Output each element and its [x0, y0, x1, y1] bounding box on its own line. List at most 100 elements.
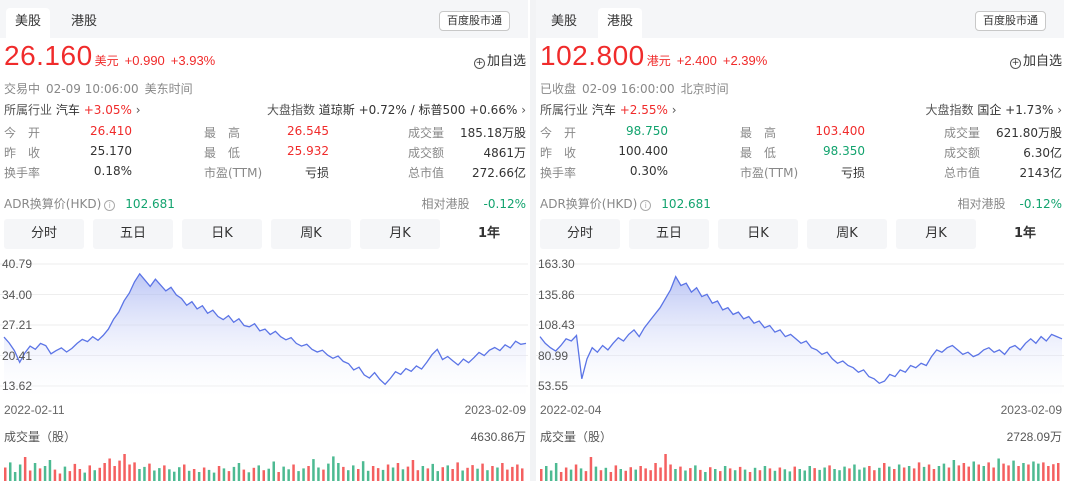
- stat-label: 今 开: [540, 126, 577, 140]
- volume-bar: [619, 469, 622, 481]
- period-tab[interactable]: 分时: [540, 219, 620, 249]
- source-badge[interactable]: 百度股市通: [975, 11, 1046, 31]
- add-watchlist-button[interactable]: + 加自选: [473, 50, 526, 69]
- market-index-value: 道琼斯 +0.72% / 标普500 +0.66%: [318, 103, 518, 117]
- price-line-chart[interactable]: [0, 258, 528, 398]
- tab-us-stock[interactable]: 美股: [6, 8, 50, 38]
- period-tab[interactable]: 1年: [449, 219, 528, 249]
- volume-bar: [569, 469, 573, 481]
- volume-bar: [446, 465, 449, 481]
- volume-bar: [386, 464, 390, 481]
- volume-bar: [108, 458, 111, 481]
- plus-circle-icon: +: [473, 58, 485, 69]
- volume-bar: [689, 468, 692, 481]
- volume-bar: [574, 464, 578, 481]
- volume-bar: [818, 469, 821, 481]
- volume-bar: [743, 469, 747, 481]
- volume-bar: [1002, 463, 1005, 481]
- volume-bar: [684, 470, 687, 481]
- industry-label: 所属行业: [4, 103, 53, 117]
- volume-bar: [1047, 466, 1050, 481]
- y-tick-label: 108.43: [538, 318, 575, 332]
- x-axis-start-date: 2022-02-04: [540, 403, 602, 417]
- stat-value: 25.170: [90, 144, 132, 158]
- volume-bar: [347, 470, 350, 481]
- volume-bar: [103, 463, 106, 481]
- volume-bar: [421, 466, 425, 481]
- volume-bar: [302, 468, 305, 481]
- volume-bar: [222, 468, 226, 481]
- volume-bar: [714, 469, 717, 481]
- stat-value: 621.80万股: [996, 126, 1062, 140]
- period-tab[interactable]: 五日: [93, 219, 173, 249]
- period-tab[interactable]: 分时: [4, 219, 84, 249]
- volume-bar: [873, 470, 876, 481]
- industry-name: 汽车: [591, 103, 616, 117]
- industry-link[interactable]: 所属行业 汽车 +2.55% ›: [540, 101, 677, 118]
- info-icon[interactable]: i: [104, 200, 116, 211]
- period-tab[interactable]: 日K: [718, 219, 798, 249]
- stat-value: 26.545: [287, 124, 329, 138]
- volume-bar: [932, 469, 936, 481]
- volume-bar: [297, 471, 300, 481]
- volume-bar: [649, 470, 652, 481]
- trade-status: 交易中 02-09 10:06:00 美东时间: [4, 80, 199, 97]
- volume-bar: [361, 461, 365, 481]
- price-change-pct: +2.39%: [722, 53, 768, 68]
- info-icon[interactable]: i: [640, 200, 652, 211]
- add-watchlist-button[interactable]: + 加自选: [1009, 50, 1062, 69]
- volume-bar: [957, 465, 961, 481]
- period-tab[interactable]: 五日: [629, 219, 709, 249]
- source-badge[interactable]: 百度股市通: [439, 11, 510, 31]
- market-tabbar: 美股 港股 百度股市通: [536, 0, 1064, 38]
- volume-bar: [411, 460, 415, 481]
- volume-bar: [63, 466, 67, 481]
- volume-bar: [123, 454, 126, 481]
- trade-time: 02-09 10:06:00: [46, 82, 139, 96]
- market-index-link[interactable]: 大盘指数 国企 +1.73% ›: [926, 101, 1062, 118]
- volume-bar: [907, 466, 911, 481]
- volume-bar: [332, 456, 335, 481]
- volume-bar: [28, 470, 32, 481]
- period-tab[interactable]: 周K: [807, 219, 887, 249]
- stat-label: 成交额: [408, 146, 445, 160]
- volume-bar: [927, 464, 931, 481]
- price-change-pct: +3.93%: [170, 53, 216, 68]
- industry-name: 汽车: [55, 103, 80, 117]
- adr-value: 102.681: [661, 197, 711, 211]
- volume-bar: [307, 466, 310, 481]
- tab-us-stock[interactable]: 美股: [542, 8, 586, 38]
- period-tab[interactable]: 月K: [360, 219, 440, 249]
- stat-label: 成交量: [408, 126, 445, 140]
- volume-bar: [242, 469, 246, 481]
- stat-value: 100.400: [618, 144, 668, 158]
- volume-bar: [803, 470, 806, 481]
- volume-bar: [788, 471, 792, 481]
- period-tab[interactable]: 周K: [271, 219, 351, 249]
- relative-value: -0.12%: [483, 197, 526, 211]
- trade-timezone: 美东时间: [144, 82, 193, 96]
- volume-bar: [922, 466, 926, 481]
- period-tab[interactable]: 月K: [896, 219, 976, 249]
- volume-bar: [549, 470, 553, 481]
- industry-link[interactable]: 所属行业 汽车 +3.05% ›: [4, 101, 141, 118]
- volume-bar: [858, 469, 861, 481]
- relative-value: -0.12%: [1019, 197, 1062, 211]
- volume-bar: [381, 469, 385, 481]
- price-line-chart[interactable]: [536, 258, 1064, 398]
- volume-bar: [634, 469, 637, 481]
- period-tab[interactable]: 日K: [182, 219, 262, 249]
- volume-bar: [327, 463, 330, 481]
- volume-bar: [967, 466, 970, 481]
- tab-hk-stock[interactable]: 港股: [598, 8, 642, 38]
- market-index-link[interactable]: 大盘指数 道琼斯 +0.72% / 标普500 +0.66% ›: [267, 101, 526, 118]
- volume-bar: [554, 463, 558, 481]
- period-tab[interactable]: 1年: [985, 219, 1064, 249]
- volume-bar: [733, 470, 737, 481]
- volume-bar: [38, 468, 42, 481]
- volume-bar: [1052, 464, 1055, 481]
- chevron-right-icon: ›: [135, 103, 141, 117]
- y-tick-label: 163.30: [538, 257, 575, 271]
- y-tick-label: 53.55: [538, 379, 569, 393]
- tab-hk-stock[interactable]: 港股: [62, 8, 106, 38]
